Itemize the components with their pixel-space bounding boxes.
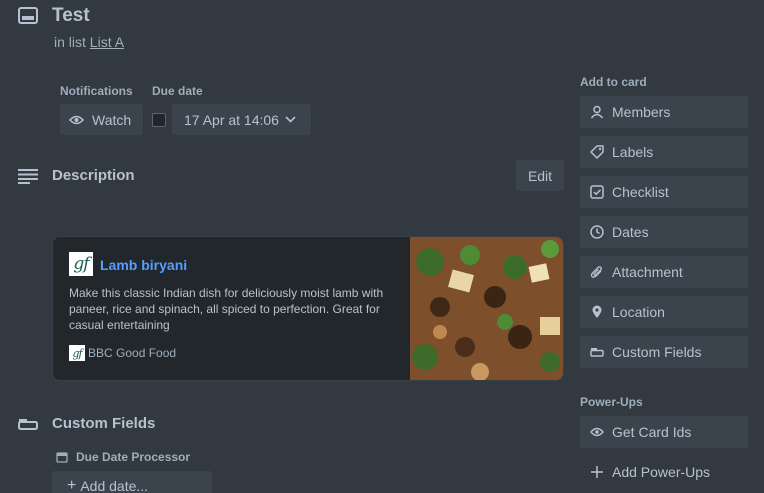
dates-label: Dates (612, 224, 649, 240)
calendar-icon (56, 451, 68, 463)
tag-icon (590, 145, 612, 159)
eye-icon (590, 427, 612, 437)
labels-label: Labels (612, 144, 654, 160)
watch-label: Watch (92, 111, 132, 128)
members-button[interactable]: Members (580, 96, 748, 128)
get-card-ids-button[interactable]: Get Card Ids (580, 416, 748, 448)
list-link[interactable]: List A (90, 34, 124, 50)
attachment-label: Attachment (612, 264, 683, 280)
preview-description: Make this classic Indian dish for delici… (69, 286, 384, 332)
card-icon (18, 7, 38, 25)
checklist-label: Checklist (612, 184, 669, 200)
plus-icon (590, 465, 612, 479)
plus-icon: + (67, 477, 77, 493)
edit-description-button[interactable]: Edit (516, 160, 564, 191)
dates-button[interactable]: Dates (580, 216, 748, 248)
chevron-down-icon (279, 116, 296, 123)
watch-button[interactable]: Watch (60, 104, 143, 135)
add-date-label: Add date... (80, 478, 149, 493)
members-label: Members (612, 104, 671, 120)
description-icon (18, 168, 38, 184)
power-ups-label: Power-Ups (580, 395, 643, 409)
custom-fields-icon (590, 347, 612, 357)
card-title[interactable]: Test (52, 5, 90, 27)
checkbox-icon (590, 185, 612, 199)
custom-fields-title: Custom Fields (52, 415, 156, 432)
custom-fields-icon (18, 418, 38, 430)
due-date-label: Due date (152, 84, 203, 98)
notifications-label: Notifications (60, 84, 133, 98)
clock-icon (590, 225, 612, 239)
labels-button[interactable]: Labels (580, 136, 748, 168)
get-card-ids-label: Get Card Ids (612, 424, 692, 440)
custom-field-label: Due Date Processor (76, 450, 191, 464)
due-date-button[interactable]: 17 Apr at 14:06 (172, 104, 311, 135)
source-logo-icon: gf (69, 345, 85, 361)
eye-icon (69, 115, 92, 125)
custom-fields-label: Custom Fields (612, 344, 702, 360)
add-date-button[interactable]: + Add date... (52, 471, 212, 493)
custom-fields-button[interactable]: Custom Fields (580, 336, 748, 368)
location-label: Location (612, 304, 665, 320)
link-preview-card[interactable]: gf Lamb biryani Make this classic Indian… (52, 236, 564, 381)
preview-source: BBC Good Food (88, 346, 177, 360)
attachment-button[interactable]: Attachment (580, 256, 748, 288)
person-icon (590, 105, 612, 119)
pin-icon (590, 305, 612, 319)
add-power-ups-label: Add Power-Ups (612, 464, 711, 480)
gf-logo-icon: gf (69, 252, 93, 276)
location-button[interactable]: Location (580, 296, 748, 328)
add-power-ups-button[interactable]: Add Power-Ups (580, 456, 748, 488)
description-title: Description (52, 167, 135, 184)
in-list-text: in list List A (54, 34, 124, 50)
in-list-prefix: in list (54, 34, 86, 50)
preview-title-link[interactable]: Lamb biryani (100, 257, 187, 273)
add-to-card-label: Add to card (580, 75, 647, 89)
biryani-image (410, 237, 563, 380)
paperclip-icon (590, 265, 612, 279)
due-date-value: 17 Apr at 14:06 (184, 111, 279, 128)
checklist-button[interactable]: Checklist (580, 176, 748, 208)
due-date-checkbox[interactable] (152, 113, 166, 127)
